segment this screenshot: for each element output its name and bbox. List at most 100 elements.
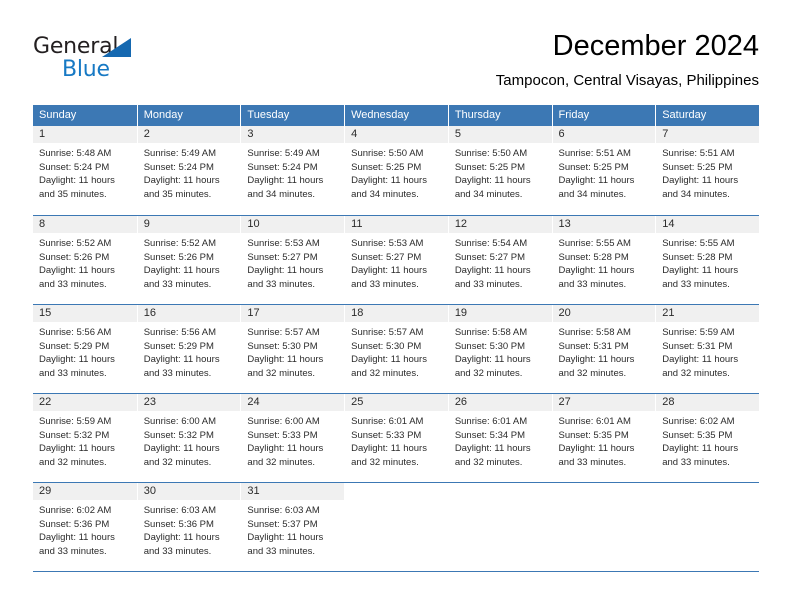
calendar-day-cell[interactable]: 29 Sunrise: 6:02 AM Sunset: 5:36 PM Dayligh… (33, 483, 137, 571)
daylight-text: Daylight: 11 hours and 33 minutes. (39, 532, 115, 557)
sunrise-text: Sunrise: 6:02 AM (662, 416, 735, 427)
calendar-day-cell[interactable]: 4 Sunrise: 5:50 AM Sunset: 5:25 PM Daylight… (344, 126, 448, 215)
sunrise-text: Sunrise: 6:01 AM (558, 416, 631, 427)
sunrise-text: Sunrise: 5:57 AM (351, 327, 424, 338)
calendar-week-row: 15 Sunrise: 5:56 AM Sunset: 5:29 PM Dayligh… (33, 304, 759, 393)
calendar-day-cell[interactable]: 3 Sunrise: 5:49 AM Sunset: 5:24 PM Daylight… (240, 126, 345, 215)
calendar-day-cell[interactable]: 11 Sunrise: 5:53 AM Sunset: 5:27 PM Dayligh… (344, 216, 448, 304)
sunset-text: Sunset: 5:31 PM (662, 340, 733, 352)
sunrise-text: Sunrise: 5:51 AM (558, 148, 631, 159)
sunrise-text: Sunrise: 6:00 AM (143, 416, 217, 427)
general-blue-logo[interactable]: General Blue (33, 34, 213, 90)
sunrise-text: Sunrise: 6:03 AM (247, 505, 320, 516)
sunset-text: Sunset: 5:32 PM (39, 429, 110, 441)
calendar-day-cell[interactable]: 31 Sunrise: 6:03 AM Sunset: 5:37 PM Dayligh… (240, 483, 345, 571)
calendar-day-cell[interactable]: 7 Sunrise: 5:51 AM Sunset: 5:25 PM Daylight… (655, 126, 759, 215)
calendar-day-cell[interactable]: 25 Sunrise: 6:01 AM Sunset: 5:33 PM Dayligh… (344, 394, 448, 482)
weekday-header-friday: Friday (551, 105, 656, 126)
calendar-day-cell[interactable]: 30 Sunrise: 6:03 AM Sunset: 5:36 PM Dayligh… (136, 483, 241, 571)
calendar-day-cell[interactable]: 28 Sunrise: 6:02 AM Sunset: 5:35 PM Dayligh… (655, 394, 759, 482)
calendar-day-cell[interactable]: 15 Sunrise: 5:56 AM Sunset: 5:29 PM Dayligh… (33, 305, 137, 393)
calendar-day-cell[interactable]: 8 Sunrise: 5:52 AM Sunset: 5:26 PM Daylight… (33, 216, 137, 304)
sunset-text: Sunset: 5:35 PM (662, 429, 733, 441)
calendar-bottom-rule (33, 571, 759, 572)
calendar-day-cell[interactable]: 5 Sunrise: 5:50 AM Sunset: 5:25 PM Daylight… (447, 126, 552, 215)
day-number: 24 (241, 394, 345, 411)
calendar-week-row: 29 Sunrise: 6:02 AM Sunset: 5:36 PM Dayligh… (33, 482, 759, 571)
sunset-text: Sunset: 5:33 PM (351, 429, 422, 441)
page-subtitle: Tampocon, Central Visayas, Philippines (495, 72, 759, 89)
calendar-day-cell[interactable]: 1 Sunrise: 5:48 AM Sunset: 5:24 PM Daylight… (33, 126, 137, 215)
calendar-day-cell[interactable]: 12 Sunrise: 5:54 AM Sunset: 5:27 PM Dayligh… (447, 216, 552, 304)
calendar-day-cell[interactable]: 13 Sunrise: 5:55 AM Sunset: 5:28 PM Dayligh… (551, 216, 656, 304)
calendar-day-cell[interactable]: 19 Sunrise: 5:58 AM Sunset: 5:30 PM Dayligh… (447, 305, 552, 393)
sunset-text: Sunset: 5:25 PM (558, 161, 629, 173)
calendar-day-cell[interactable]: 16 Sunrise: 5:56 AM Sunset: 5:29 PM Dayligh… (136, 305, 241, 393)
day-details: Sunrise: 6:00 AM Sunset: 5:32 PM Daylight:… (138, 411, 241, 469)
calendar-day-cell[interactable]: 20 Sunrise: 5:58 AM Sunset: 5:31 PM Dayligh… (551, 305, 656, 393)
calendar-day-cell[interactable]: 14 Sunrise: 5:55 AM Sunset: 5:28 PM Dayligh… (655, 216, 759, 304)
sunrise-text: Sunrise: 6:03 AM (143, 505, 217, 516)
day-number: 2 (137, 126, 241, 143)
daylight-text: Daylight: 11 hours and 32 minutes. (351, 354, 427, 379)
page-header: General Blue December 2024 Tampocon, Cen… (33, 28, 759, 96)
day-details: Sunrise: 5:55 AM Sunset: 5:28 PM Daylight:… (553, 233, 656, 291)
daylight-text: Daylight: 11 hours and 32 minutes. (558, 354, 635, 379)
daylight-text: Daylight: 11 hours and 33 minutes. (247, 532, 324, 557)
calendar-day-cell[interactable]: 24 Sunrise: 6:00 AM Sunset: 5:33 PM Dayligh… (240, 394, 345, 482)
sunset-text: Sunset: 5:25 PM (662, 161, 733, 173)
day-details: Sunrise: 5:58 AM Sunset: 5:31 PM Daylight:… (553, 322, 656, 380)
calendar-day-cell[interactable]: 21 Sunrise: 5:59 AM Sunset: 5:31 PM Dayligh… (655, 305, 759, 393)
calendar-day-cell[interactable]: 18 Sunrise: 5:57 AM Sunset: 5:30 PM Dayligh… (344, 305, 448, 393)
sunrise-text: Sunrise: 6:01 AM (351, 416, 424, 427)
day-number: 9 (137, 216, 241, 233)
sunset-text: Sunset: 5:25 PM (454, 161, 526, 173)
day-number: 10 (241, 216, 345, 233)
sunrise-text: Sunrise: 5:50 AM (351, 148, 424, 159)
sunset-text: Sunset: 5:27 PM (351, 251, 422, 263)
calendar-day-cell[interactable]: 10 Sunrise: 5:53 AM Sunset: 5:27 PM Dayligh… (240, 216, 345, 304)
day-number (449, 483, 552, 500)
logo-text-blue: Blue (62, 57, 110, 82)
sunset-text: Sunset: 5:36 PM (39, 518, 110, 530)
calendar-day-cell[interactable]: 26 Sunrise: 6:01 AM Sunset: 5:34 PM Dayligh… (447, 394, 552, 482)
day-details: Sunrise: 6:02 AM Sunset: 5:36 PM Daylight:… (33, 500, 137, 558)
sunset-text: Sunset: 5:29 PM (39, 340, 110, 352)
daylight-text: Daylight: 11 hours and 33 minutes. (39, 265, 115, 290)
day-details: Sunrise: 5:54 AM Sunset: 5:27 PM Daylight:… (449, 233, 552, 291)
sunrise-text: Sunrise: 5:55 AM (558, 238, 631, 249)
calendar-day-cell[interactable]: 9 Sunrise: 5:52 AM Sunset: 5:26 PM Daylight… (136, 216, 241, 304)
calendar-day-cell[interactable]: 6 Sunrise: 5:51 AM Sunset: 5:25 PM Daylight… (551, 126, 656, 215)
sunset-text: Sunset: 5:26 PM (143, 251, 214, 263)
calendar-day-cell[interactable]: 23 Sunrise: 6:00 AM Sunset: 5:32 PM Dayligh… (136, 394, 241, 482)
day-details: Sunrise: 5:50 AM Sunset: 5:25 PM Daylight:… (449, 143, 552, 201)
day-details: Sunrise: 5:56 AM Sunset: 5:29 PM Daylight:… (33, 322, 137, 380)
sunrise-text: Sunrise: 5:56 AM (143, 327, 217, 338)
weekday-header-monday: Monday (136, 105, 241, 126)
day-number: 5 (448, 126, 552, 143)
calendar-day-cell[interactable]: 17 Sunrise: 5:57 AM Sunset: 5:30 PM Dayligh… (240, 305, 345, 393)
day-number: 6 (552, 126, 656, 143)
calendar-week-row: 1 Sunrise: 5:48 AM Sunset: 5:24 PM Daylight… (33, 126, 759, 215)
sunrise-text: Sunrise: 5:58 AM (454, 327, 528, 338)
calendar-day-cell[interactable]: 22 Sunrise: 5:59 AM Sunset: 5:32 PM Dayligh… (33, 394, 137, 482)
day-details: Sunrise: 5:51 AM Sunset: 5:25 PM Daylight:… (656, 143, 759, 201)
sunrise-text: Sunrise: 5:52 AM (39, 238, 112, 249)
calendar-day-cell-empty (344, 483, 448, 571)
sunset-text: Sunset: 5:26 PM (39, 251, 110, 263)
day-details: Sunrise: 5:56 AM Sunset: 5:29 PM Daylight:… (138, 322, 241, 380)
calendar-day-cell[interactable]: 27 Sunrise: 6:01 AM Sunset: 5:35 PM Dayligh… (551, 394, 656, 482)
day-details: Sunrise: 5:51 AM Sunset: 5:25 PM Daylight:… (553, 143, 656, 201)
sunset-text: Sunset: 5:24 PM (143, 161, 214, 173)
day-number: 3 (241, 126, 345, 143)
daylight-text: Daylight: 11 hours and 33 minutes. (143, 265, 220, 290)
sunset-text: Sunset: 5:29 PM (143, 340, 214, 352)
day-number: 29 (33, 483, 137, 500)
day-details: Sunrise: 6:01 AM Sunset: 5:34 PM Daylight:… (449, 411, 552, 469)
calendar-day-cell[interactable]: 2 Sunrise: 5:49 AM Sunset: 5:24 PM Daylight… (136, 126, 241, 215)
sunrise-text: Sunrise: 5:59 AM (662, 327, 735, 338)
day-number: 16 (137, 305, 241, 322)
day-number: 23 (137, 394, 241, 411)
sunrise-text: Sunrise: 5:53 AM (351, 238, 424, 249)
sunset-text: Sunset: 5:32 PM (143, 429, 214, 441)
